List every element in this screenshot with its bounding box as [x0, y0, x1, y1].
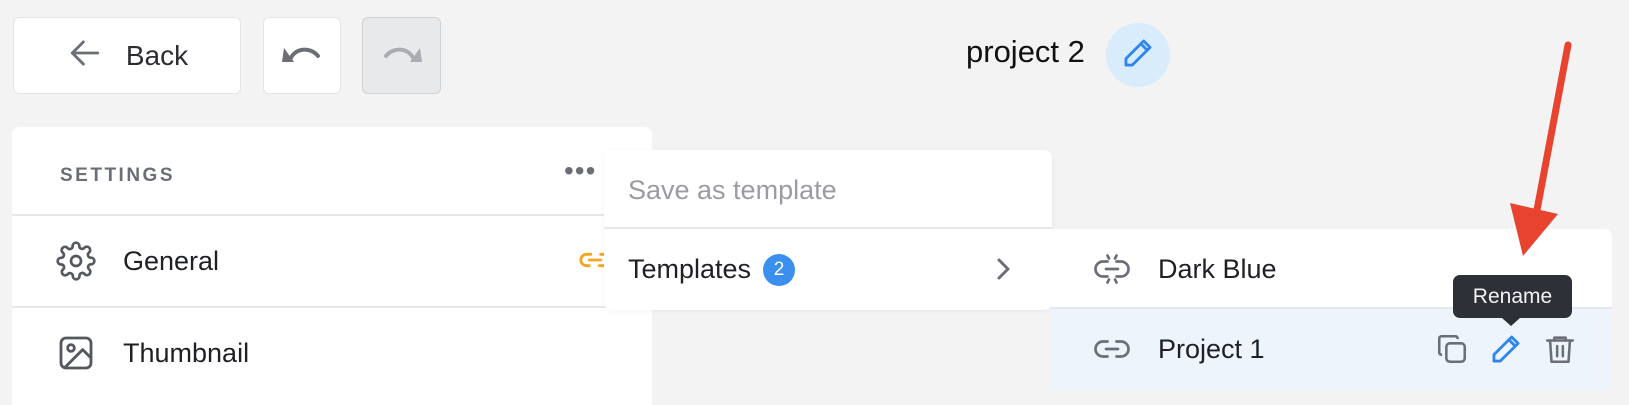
annotation-arrow-icon [1510, 41, 1572, 256]
